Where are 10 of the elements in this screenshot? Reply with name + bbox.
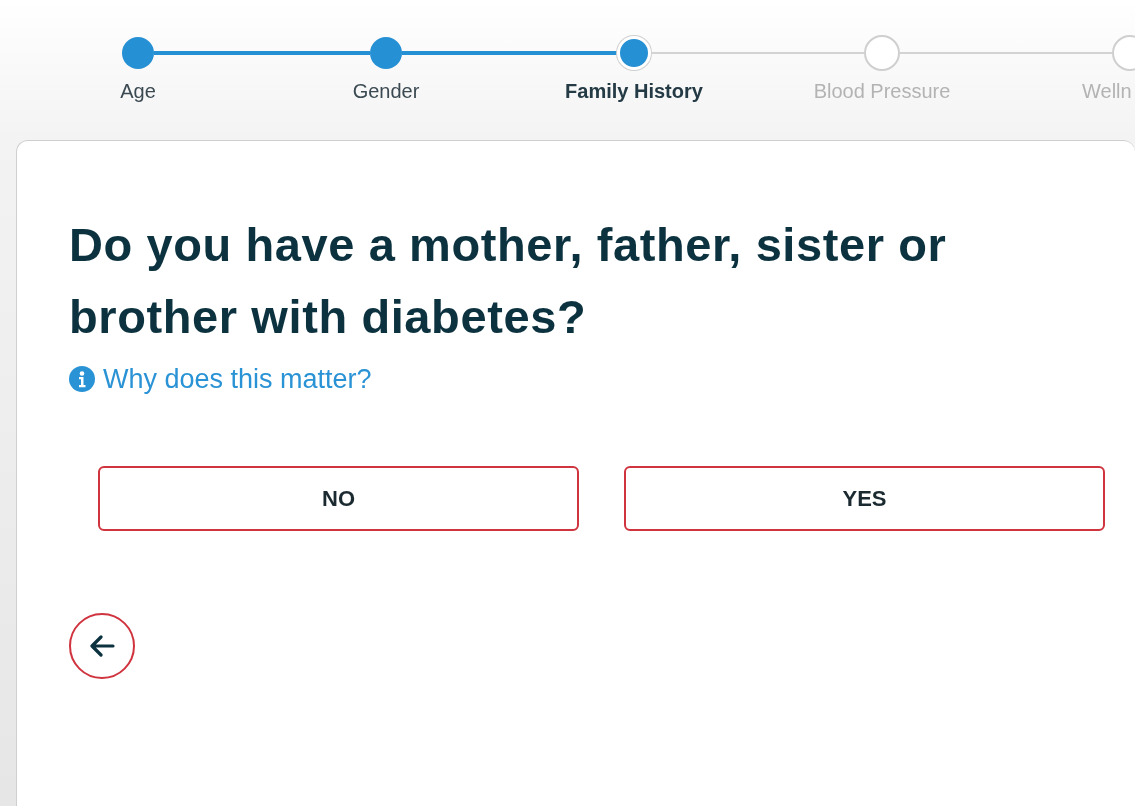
question-heading: Do you have a mother, father, sister or brother with diabetes? — [69, 217, 948, 345]
step-label: Family History — [565, 79, 703, 104]
answer-button[interactable]: NO — [98, 465, 579, 531]
step-label: Blood Pressure — [813, 79, 951, 104]
info-icon — [69, 366, 95, 393]
step-label: Gender — [352, 79, 420, 104]
step-label: Age — [120, 79, 156, 104]
back-arrow-icon — [89, 634, 115, 657]
step-label: Welln — [1082, 79, 1132, 104]
answer-button[interactable]: YES — [624, 465, 1105, 531]
